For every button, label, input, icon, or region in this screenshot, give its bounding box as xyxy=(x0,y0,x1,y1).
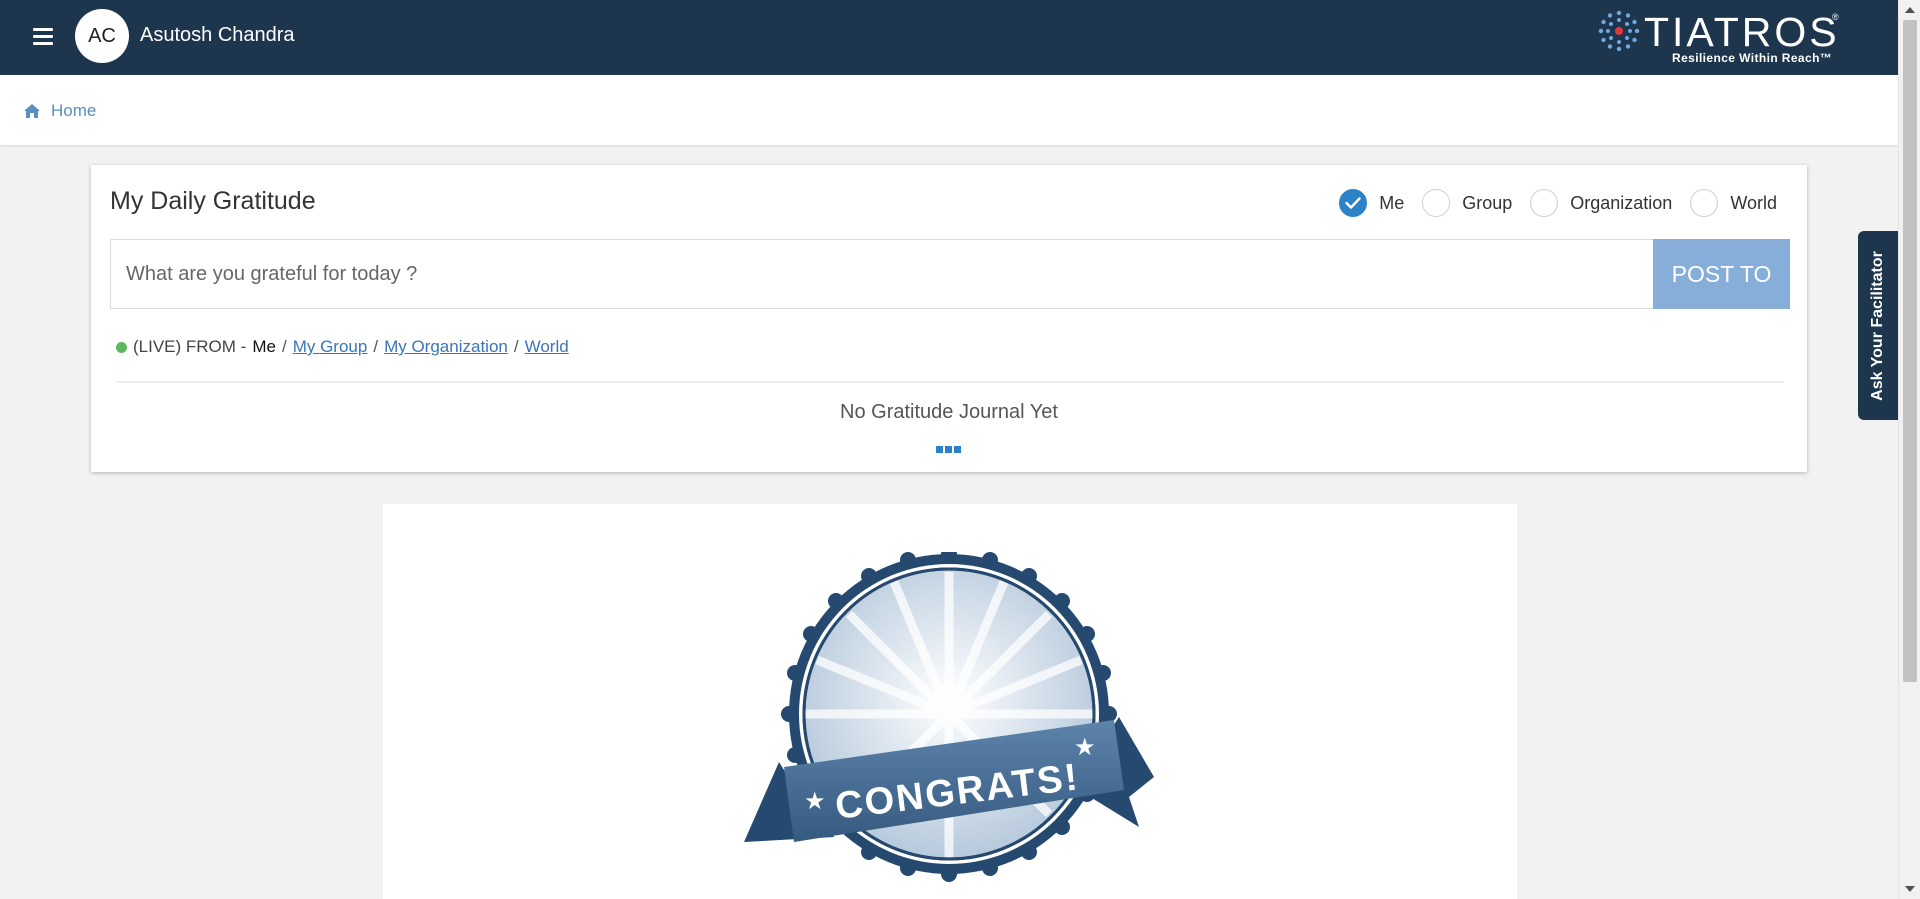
logo-wordmark: TIATROS xyxy=(1644,9,1840,55)
feed-prefix: (LIVE) FROM - xyxy=(133,337,247,356)
feed-separator: / xyxy=(513,337,519,356)
gratitude-input[interactable] xyxy=(110,239,1653,309)
radio-label[interactable]: Me xyxy=(1379,193,1404,214)
live-status-dot xyxy=(116,341,127,353)
feed-link-my-organization[interactable]: My Organization xyxy=(384,337,508,357)
page-scrollbar[interactable] xyxy=(1898,0,1920,899)
loading-dots-icon xyxy=(936,446,963,453)
logo-tagline: Resilience Within Reach™ xyxy=(1672,51,1833,65)
hamburger-icon[interactable] xyxy=(33,28,53,48)
feed-filter-line: (LIVE) FROM - Me / My Group / My Organiz… xyxy=(116,337,569,357)
radio-label[interactable]: World xyxy=(1730,193,1777,214)
radio-label[interactable]: Group xyxy=(1462,193,1512,214)
congrats-badge-icon: ★ CONGRATS! ★ xyxy=(744,552,1154,882)
gratitude-card: My Daily Gratitude Me Group Organization… xyxy=(91,165,1807,472)
radio-group[interactable]: Group xyxy=(1422,189,1512,217)
breadcrumb[interactable]: Home xyxy=(24,101,96,121)
scroll-up-arrow-icon[interactable] xyxy=(1905,7,1915,13)
logo-registered-mark: ® xyxy=(1832,12,1839,22)
radio-unchecked-icon[interactable] xyxy=(1690,189,1719,217)
radio-unchecked-icon[interactable] xyxy=(1530,189,1559,217)
logo-dots-icon xyxy=(1598,10,1640,52)
breadcrumb-home-label[interactable]: Home xyxy=(51,101,96,121)
empty-feed-message: No Gratitude Journal Yet xyxy=(840,401,1058,423)
radio-me[interactable]: Me xyxy=(1339,189,1404,217)
ask-facilitator-label[interactable]: Ask Your Facilitator xyxy=(1869,251,1887,401)
congrats-star-right: ★ xyxy=(1074,734,1096,761)
avatar[interactable]: AC xyxy=(75,9,129,63)
feed-separator: / xyxy=(373,337,379,356)
tiatros-logo[interactable]: TIATROS ® Resilience Within Reach™ xyxy=(1598,8,1848,66)
card-title: My Daily Gratitude xyxy=(110,187,316,215)
feed-separator: / xyxy=(281,337,287,356)
post-to-button[interactable]: POST TO xyxy=(1653,239,1790,309)
scrollbar-thumb[interactable] xyxy=(1903,20,1917,682)
home-icon xyxy=(24,104,40,118)
audience-radio-group: Me Group Organization World xyxy=(1321,189,1777,217)
congrats-star-left: ★ xyxy=(804,788,826,815)
feed-filter-me: Me xyxy=(252,337,276,356)
radio-unchecked-icon[interactable] xyxy=(1422,189,1451,217)
radio-checked-icon[interactable] xyxy=(1339,189,1368,217)
ask-facilitator-tab[interactable]: Ask Your Facilitator xyxy=(1858,231,1898,420)
radio-label[interactable]: Organization xyxy=(1570,193,1672,214)
congrats-panel: ★ CONGRATS! ★ xyxy=(383,504,1517,899)
scroll-down-arrow-icon[interactable] xyxy=(1905,886,1915,892)
radio-world[interactable]: World xyxy=(1690,189,1777,217)
feed-link-world[interactable]: World xyxy=(525,337,569,357)
divider xyxy=(116,381,1784,383)
breadcrumb-bar: Home xyxy=(0,75,1898,146)
gratitude-input-row: POST TO xyxy=(110,239,1790,309)
radio-organization[interactable]: Organization xyxy=(1530,189,1672,217)
feed-link-my-group[interactable]: My Group xyxy=(293,337,368,357)
checkmark-icon xyxy=(1345,197,1361,209)
user-name[interactable]: Asutosh Chandra xyxy=(140,24,295,47)
top-navbar: AC Asutosh Chandra TIATROS ® Resilience … xyxy=(0,0,1898,75)
